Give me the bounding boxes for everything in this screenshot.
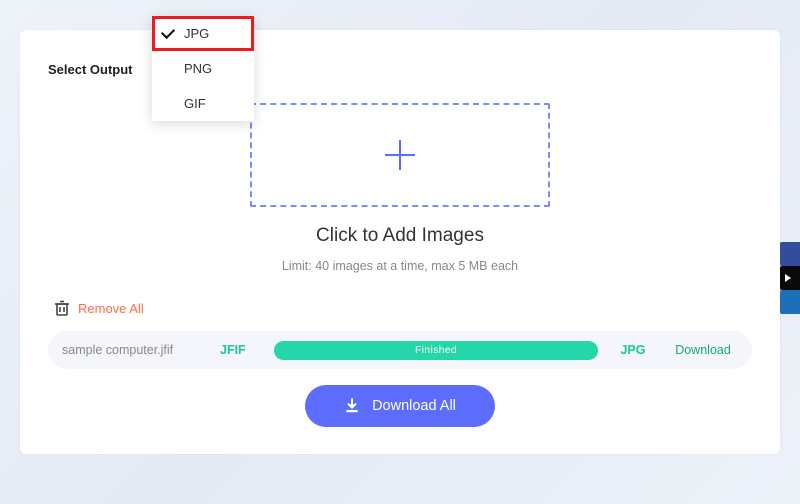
download-icon [344,398,360,414]
file-name: sample computer.jfif [62,343,202,357]
converter-card: Select Output Click to Add Images Limit:… [20,30,780,454]
dropdown-option-png[interactable]: PNG [152,51,254,86]
share-tab-facebook[interactable] [780,242,800,266]
add-images-heading: Click to Add Images [48,225,752,247]
share-tab-linkedin[interactable] [780,290,800,314]
remove-all-label: Remove All [78,301,144,316]
dropdown-option-jpg[interactable]: JPG [152,16,254,51]
limit-text: Limit: 40 images at a time, max 5 MB eac… [48,259,752,273]
remove-all-button[interactable]: Remove All [54,299,752,317]
progress-bar: Finished [274,341,598,360]
download-button[interactable]: Download [668,343,738,357]
file-row: sample computer.jfif JFIF Finished JPG D… [48,331,752,369]
dropzone-caption: Click to Add Images Limit: 40 images at … [48,225,752,273]
plus-icon [379,134,421,176]
download-all-button[interactable]: Download All [305,385,495,427]
social-share-tabs [780,242,800,314]
trash-icon [54,299,70,317]
progress-label: Finished [415,344,457,356]
share-tab-x[interactable] [780,266,800,290]
dropdown-option-gif[interactable]: GIF [152,86,254,121]
source-format: JFIF [220,343,256,357]
output-format-dropdown: JPG PNG GIF [152,16,254,121]
download-all-label: Download All [372,398,456,414]
target-format: JPG [616,343,650,357]
add-images-dropzone[interactable] [250,103,550,207]
